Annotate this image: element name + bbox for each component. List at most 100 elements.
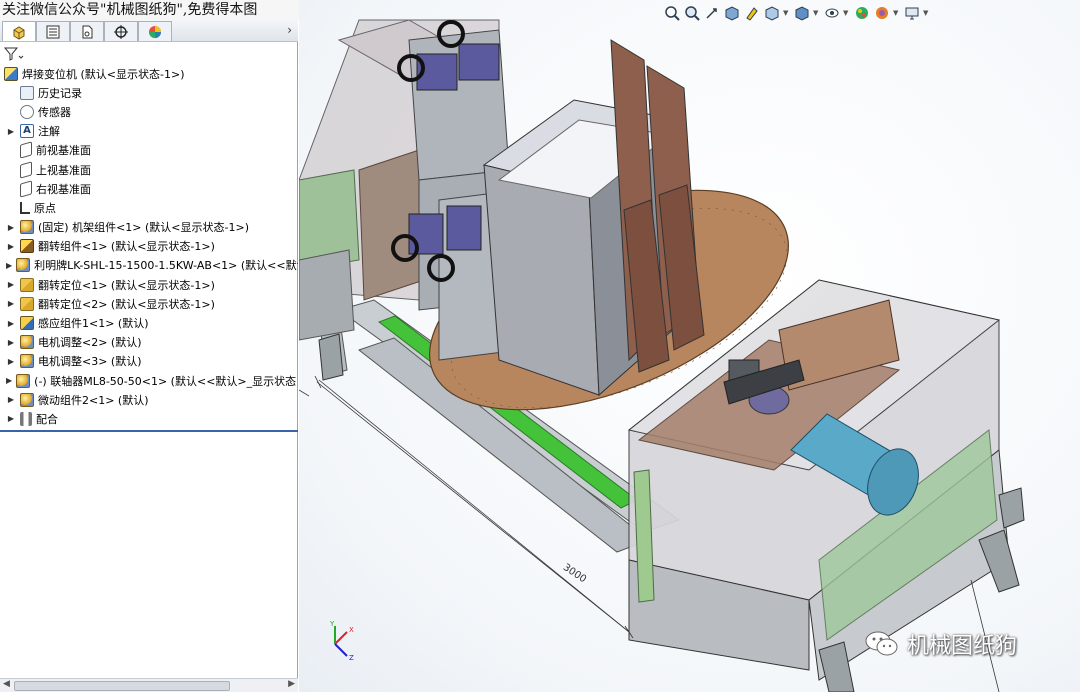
tree-item-label: 原点 <box>34 201 56 215</box>
tree-item-mates[interactable]: ▶ 配合 <box>0 409 298 428</box>
tree-item-label: 上视基准面 <box>36 163 91 177</box>
display-style-caret-icon[interactable]: ▼ <box>813 9 821 17</box>
zoom-to-fit-icon[interactable] <box>663 4 681 22</box>
expand-arrow-icon[interactable]: ▶ <box>6 223 16 232</box>
tree-item-top-plane[interactable]: 上视基准面 <box>0 160 298 179</box>
tree-item-reducer[interactable]: ▶ 利明牌LK-SHL-15-1500-1.5KW-AB<1> (默认<<默认 <box>0 256 298 275</box>
tree-item-sensor-assembly[interactable]: ▶ 感应组件1<1> (默认) <box>0 313 298 332</box>
previous-view-icon[interactable] <box>703 4 721 22</box>
tree-root-assembly[interactable]: 焊接变位机 (默认<显示状态-1>) <box>0 64 298 83</box>
subassembly-icon <box>16 258 31 273</box>
tree-item-label: 传感器 <box>38 105 71 119</box>
hide-show-caret-icon[interactable]: ▼ <box>843 9 851 17</box>
tree-item-label: 历史记录 <box>38 86 82 100</box>
expand-arrow-icon[interactable]: ▶ <box>6 299 16 308</box>
property-list-icon <box>46 25 60 38</box>
dynamic-annotation-icon[interactable] <box>743 4 761 22</box>
tree-item-label: 翻转定位<2> (默认<显示状态-1>) <box>38 297 215 311</box>
tab-featuremanager[interactable] <box>2 21 36 41</box>
tree-item-label: (固定) 机架组件<1> (默认<显示状态-1>) <box>38 221 249 235</box>
assembly-model[interactable] <box>299 0 1080 692</box>
apply-scene-icon[interactable] <box>873 4 891 22</box>
panel-splitter[interactable] <box>0 430 298 432</box>
tree-item-coupling[interactable]: ▶ (-) 联轴器ML8-50-50<1> (默认<<默认>_显示状态 1 <box>0 371 298 390</box>
apply-scene-caret-icon[interactable]: ▼ <box>893 9 901 17</box>
tree-item-label: 前视基准面 <box>36 144 91 158</box>
expand-arrow-icon[interactable]: ▶ <box>6 242 16 251</box>
view-orientation-icon[interactable] <box>763 4 781 22</box>
expand-arrow-icon[interactable]: ▶ <box>6 414 16 423</box>
tree-item-label: 电机调整<2> (默认) <box>38 336 142 350</box>
expand-arrow-icon[interactable]: ▶ <box>6 376 12 385</box>
mates-icon <box>20 411 32 426</box>
subassembly-icon <box>20 354 34 369</box>
tree-item-front-plane[interactable]: 前视基准面 <box>0 141 298 160</box>
view-settings-caret-icon[interactable]: ▼ <box>923 9 931 17</box>
tree-item-right-plane[interactable]: 右视基准面 <box>0 179 298 198</box>
view-orientation-caret-icon[interactable]: ▼ <box>783 9 791 17</box>
expand-arrow-icon[interactable]: ▶ <box>6 395 16 404</box>
expand-arrow-icon[interactable]: ▶ <box>6 357 16 366</box>
expand-arrow-icon[interactable]: ▶ <box>6 127 16 136</box>
subassembly-icon <box>20 316 34 331</box>
expand-arrow-icon[interactable]: ▶ <box>6 319 16 328</box>
appearance-pie-icon <box>149 25 161 38</box>
tab-display-manager[interactable] <box>138 21 172 41</box>
tree-item-frame-assembly[interactable]: ▶ (固定) 机架组件<1> (默认<显示状态-1>) <box>0 218 298 237</box>
manager-tab-bar: › <box>0 20 298 42</box>
triad-z-label: Z <box>349 654 354 662</box>
part-icon <box>20 296 34 311</box>
tree-item-label: 注解 <box>38 125 60 139</box>
tree-item-label: 微动组件2<1> (默认) <box>38 393 149 407</box>
view-settings-icon[interactable] <box>903 4 921 22</box>
display-style-icon[interactable] <box>793 4 811 22</box>
watermark-bottom: 机械图纸狗 <box>865 624 1017 664</box>
tree-item-annotations[interactable]: ▶ A 注解 <box>0 122 298 141</box>
tree-item-flip-assembly[interactable]: ▶ 翻转组件<1> (默认<显示状态-1>) <box>0 237 298 256</box>
origin-icon <box>20 201 30 214</box>
tab-configurationmanager[interactable] <box>70 21 104 41</box>
zoom-to-area-icon[interactable] <box>683 4 701 22</box>
hide-show-items-icon[interactable] <box>823 4 841 22</box>
tree-item-label: 利明牌LK-SHL-15-1500-1.5KW-AB<1> (默认<<默认 <box>34 259 298 273</box>
history-icon <box>20 85 34 100</box>
tree-item-label: 翻转组件<1> (默认<显示状态-1>) <box>38 240 215 254</box>
tree-filter[interactable] <box>0 44 298 64</box>
tree-item-origin[interactable]: 原点 <box>0 198 298 217</box>
tree-item-motor-adjust-2[interactable]: ▶ 电机调整<2> (默认) <box>0 333 298 352</box>
plane-icon <box>20 160 32 179</box>
tree-item-label: 配合 <box>36 412 58 426</box>
tree-item-micro-assembly[interactable]: ▶ 微动组件2<1> (默认) <box>0 390 298 409</box>
scrollbar-thumb[interactable] <box>14 681 230 691</box>
tree-item-flip-locator-1[interactable]: ▶ 翻转定位<1> (默认<显示状态-1>) <box>0 275 298 294</box>
tab-dimxpert[interactable] <box>104 21 138 41</box>
triad-y-label: Y <box>329 620 335 628</box>
tab-scroll-right-button[interactable]: › <box>287 23 292 37</box>
scroll-left-icon[interactable]: ◀ <box>3 679 10 689</box>
tree-item-history[interactable]: 历史记录 <box>0 83 298 102</box>
tree-item-sensors[interactable]: 传感器 <box>0 102 298 121</box>
horizontal-scrollbar[interactable]: ◀ ▶ <box>0 678 298 692</box>
tree-item-label: 右视基准面 <box>36 182 91 196</box>
reference-triad[interactable]: X Y Z <box>321 618 365 662</box>
graphics-viewport[interactable]: 3000 ▼ ▼ ▼ ▼ ▼ X Y Z 机械图纸狗 <box>299 0 1080 692</box>
tree-item-motor-adjust-3[interactable]: ▶ 电机调整<3> (默认) <box>0 352 298 371</box>
expand-arrow-icon[interactable]: ▶ <box>6 280 16 289</box>
tree-item-flip-locator-2[interactable]: ▶ 翻转定位<2> (默认<显示状态-1>) <box>0 294 298 313</box>
crosshair-icon <box>114 24 128 39</box>
subassembly-icon <box>20 220 34 235</box>
tab-propertymanager[interactable] <box>36 21 70 41</box>
section-view-icon[interactable] <box>723 4 741 22</box>
plane-icon <box>20 180 32 198</box>
tree-item-label: (-) 联轴器ML8-50-50<1> (默认<<默认>_显示状态 1 <box>34 374 298 388</box>
expand-arrow-icon[interactable]: ▶ <box>6 338 16 347</box>
tree-root-label: 焊接变位机 (默认<显示状态-1>) <box>22 67 185 81</box>
edit-appearance-icon[interactable] <box>853 4 871 22</box>
feature-manager-panel: › 焊接变位机 (默认<显示状态-1>) 历史记录 传感器 ▶ A 注解 前视基… <box>0 0 298 692</box>
subassembly-icon <box>16 373 31 388</box>
subassembly-icon <box>20 335 34 350</box>
scroll-right-icon[interactable]: ▶ <box>288 679 295 689</box>
tree-item-label: 翻转定位<1> (默认<显示状态-1>) <box>38 278 215 292</box>
expand-arrow-icon[interactable]: ▶ <box>6 261 12 270</box>
sensor-icon <box>20 104 34 119</box>
